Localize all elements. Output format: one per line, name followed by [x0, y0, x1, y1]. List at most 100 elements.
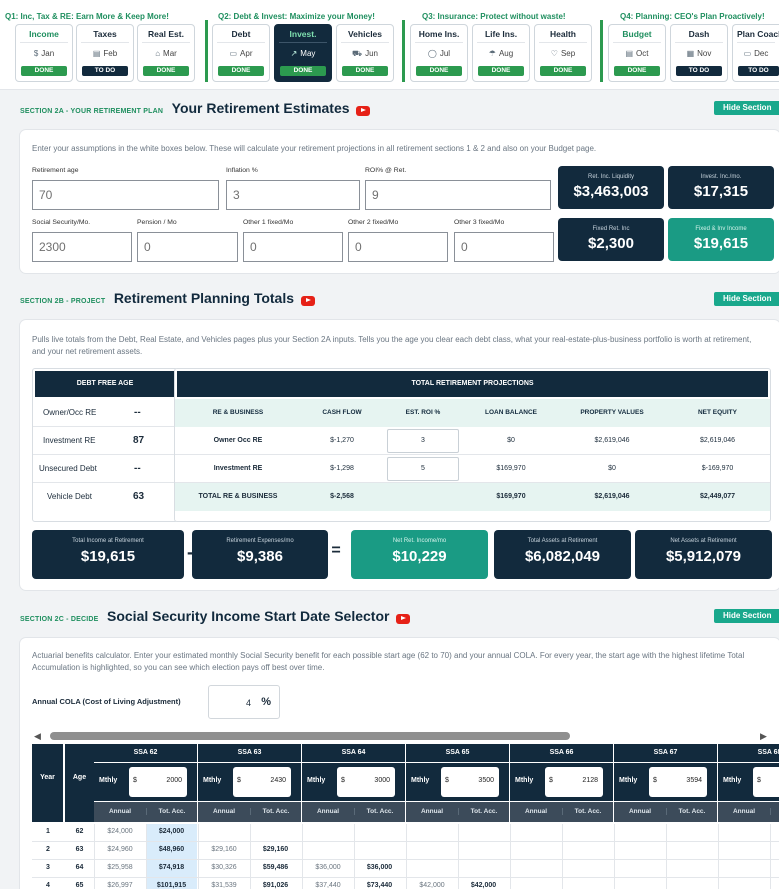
- equals-sign: =: [331, 542, 341, 559]
- youtube-icon[interactable]: [395, 613, 410, 624]
- tot-acc-header: Tot. Acc.: [666, 808, 717, 815]
- status-badge: TO DO: [82, 66, 128, 76]
- age-cell: 65: [75, 882, 84, 889]
- ssa-mthly-input[interactable]: $ 2128: [545, 767, 603, 797]
- heart-icon: ♡: [550, 49, 558, 58]
- hide-section-button[interactable]: Hide Section: [714, 292, 779, 306]
- ssa-subheaders: Annual Tot. Acc.: [302, 802, 405, 822]
- q3-title: Q3: Insurance: Protect without waste!: [422, 12, 566, 21]
- stat-label: Net Assets at Retirement: [670, 538, 737, 544]
- tot-acc-header: Tot. Acc.: [354, 808, 405, 815]
- mthly-label: Mthly: [203, 777, 222, 784]
- quarter-nav: Q1: Inc, Tax & RE: Earn More & Keep More…: [0, 0, 779, 90]
- month-card-debt[interactable]: Debt ▭ Apr DONE: [212, 24, 270, 82]
- scroll-left-arrow[interactable]: ◀: [34, 731, 41, 742]
- age-cell: 62: [75, 828, 84, 835]
- ssa-column-header: SSA 67 Mthly $ 3594 Annual Tot. Acc.: [614, 744, 718, 822]
- month-card-plan-coach[interactable]: Plan Coach ▭ Dec TO DO: [732, 24, 779, 82]
- fixed-inv-income-stat: Fixed & Inv Income $19,615: [668, 218, 774, 261]
- retirement-age-input[interactable]: 70: [32, 180, 219, 210]
- stat-value: $3,463,003: [573, 183, 649, 200]
- annual-cell: $36,000: [315, 864, 341, 871]
- ssa-mthly-input[interactable]: $: [753, 767, 779, 797]
- ssa-column-header: SSA 65 Mthly $ 3500 Annual Tot. Acc.: [406, 744, 510, 822]
- ssa-mthly-input[interactable]: $ 3594: [649, 767, 707, 797]
- ssa-subheaders: Annual Tot. Acc.: [718, 802, 779, 822]
- other3-input[interactable]: 0: [454, 232, 554, 262]
- property-value-cell: $0: [608, 465, 616, 472]
- roi-input[interactable]: 9: [365, 180, 551, 210]
- inflation-input[interactable]: 3: [226, 180, 360, 210]
- month-card-health[interactable]: Health ♡ Sep DONE: [534, 24, 592, 82]
- ssa-mthly-row: Mthly $ 2000: [94, 763, 197, 801]
- pension-input[interactable]: 0: [137, 232, 238, 262]
- loan-balance-cell: $0: [507, 437, 515, 444]
- net-assets-stat: Net Assets at Retirement $5,912,079: [635, 530, 772, 579]
- section-intro: Actuarial benefits calculator. Enter you…: [32, 651, 745, 672]
- month-card-taxes[interactable]: Taxes ▤ Feb TO DO: [76, 24, 134, 82]
- percent-sign: %: [261, 696, 271, 708]
- month-card-title: Invest.: [289, 29, 317, 39]
- section-label: SECTION 2C - DECIDE: [20, 616, 99, 623]
- shield-icon: ◯: [427, 49, 437, 58]
- section-title: Your Retirement Estimates: [171, 100, 350, 116]
- ssa-mthly-row: Mthly $ 2430: [198, 763, 301, 801]
- cash-flow-cell: $-1,298: [330, 465, 354, 472]
- other1-input[interactable]: 0: [243, 232, 343, 262]
- month-label: Sep: [560, 49, 576, 58]
- month-card-home-ins[interactable]: Home Ins. ◯ Jul DONE: [410, 24, 468, 82]
- stat-label: Total Income at Retirement: [72, 538, 144, 544]
- annual-cell: $42,000: [419, 882, 445, 889]
- month-card-title: Vehicles: [347, 29, 383, 39]
- net-income-stat: Net Ret. Income/mo $10,229: [351, 530, 488, 579]
- hide-section-button[interactable]: Hide Section: [714, 609, 779, 623]
- stat-label: Total Assets at Retirement: [527, 538, 598, 544]
- youtube-icon[interactable]: [356, 105, 371, 116]
- month-card-income[interactable]: Income $ Jan DONE: [15, 24, 73, 82]
- month-card-title: Income: [29, 29, 59, 39]
- cola-input[interactable]: 4 %: [208, 685, 280, 719]
- stat-label: Ret. Inc. Liquidity: [587, 174, 635, 180]
- ssa-mthly-input[interactable]: $ 3000: [337, 767, 395, 797]
- month-card-vehicles[interactable]: Vehicles ⛟ Jun DONE: [336, 24, 394, 82]
- ssa-mthly-input[interactable]: $ 3500: [441, 767, 499, 797]
- cash-flow-cell: $-1,270: [330, 437, 354, 444]
- tot-acc-cell: $29,160: [262, 846, 289, 853]
- tot-acc-cell: $74,918: [158, 864, 185, 871]
- tot-acc-cell: $73,440: [366, 882, 393, 889]
- table-row: Owner Occ RE $-1,270 3 $0 $2,619,046 $2,…: [175, 427, 770, 455]
- social-security-input[interactable]: 2300: [32, 232, 132, 262]
- month-card-life-ins[interactable]: Life Ins. ☂ Aug DONE: [472, 24, 530, 82]
- month-card-dash[interactable]: Dash ▦ Nov TO DO: [670, 24, 728, 82]
- month-card-real-estate[interactable]: Real Est. ⌂ Mar DONE: [137, 24, 195, 82]
- horizontal-scrollbar-thumb[interactable]: [50, 732, 570, 740]
- grid-icon: ▦: [686, 49, 695, 58]
- roi-input[interactable]: 3: [387, 429, 459, 453]
- tot-acc-header: Tot. Acc.: [250, 808, 301, 815]
- dollar-icon: $: [33, 49, 39, 58]
- age-cell: 63: [75, 846, 84, 853]
- ssa-mthly-input[interactable]: $ 2000: [129, 767, 187, 797]
- status-badge: DONE: [21, 66, 67, 76]
- other2-input[interactable]: 0: [348, 232, 448, 262]
- car-icon: ⛟: [352, 49, 363, 58]
- month-card-title: Taxes: [93, 29, 117, 39]
- month-card-budget[interactable]: Budget ▤ Oct DONE: [608, 24, 666, 82]
- age-cell: 64: [75, 864, 84, 871]
- status-badge: DONE: [614, 66, 660, 76]
- ssa-mthly-input[interactable]: $ 2430: [233, 767, 291, 797]
- row-label: Unsecured Debt: [39, 464, 97, 473]
- cola-label: Annual COLA (Cost of Living Adjustment): [32, 697, 181, 706]
- status-badge: TO DO: [676, 66, 722, 76]
- roi-input[interactable]: 5: [387, 457, 459, 481]
- table-row: 1 62 $24,000 $24,000: [32, 824, 779, 842]
- scroll-right-arrow[interactable]: ▶: [760, 731, 767, 742]
- section-intro: Pulls live totals from the Debt, Real Es…: [32, 335, 752, 356]
- column-header: RE & BUSINESS: [212, 409, 264, 416]
- month-card-invest[interactable]: Invest. ↗ May DONE: [274, 24, 332, 82]
- hide-section-button[interactable]: Hide Section: [714, 101, 779, 115]
- ssa-name: SSA 67: [614, 744, 717, 762]
- youtube-icon[interactable]: [300, 295, 315, 306]
- table-header: TOTAL RETIREMENT PROJECTIONS: [177, 371, 768, 397]
- tot-acc-cell: $101,915: [156, 882, 187, 889]
